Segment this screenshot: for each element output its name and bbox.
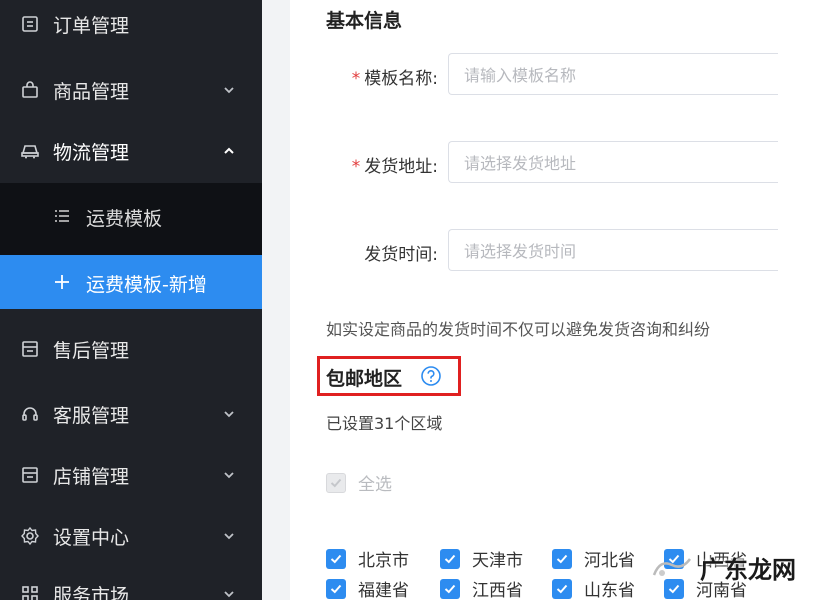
- checkbox-box: [326, 472, 346, 493]
- province-label: 山东省: [584, 581, 635, 600]
- select-all-checkbox[interactable]: 全选: [326, 470, 392, 495]
- sidebar-item-label: 店铺管理: [53, 465, 130, 488]
- content-gutter: [262, 0, 290, 600]
- province-label: 北京市: [358, 551, 409, 571]
- gear-icon: [21, 526, 39, 546]
- sidebar-subitem-shipping-template-new[interactable]: 运费模板-新增: [0, 255, 262, 309]
- checkbox-box: [440, 578, 460, 599]
- sidebar: 订单管理 商品管理 物流管理 运费模板 运费模板-新增 售后管理 客服管理 店铺…: [0, 0, 262, 600]
- store-icon: [22, 467, 38, 483]
- chevron-down-icon[interactable]: [222, 587, 236, 600]
- ship-time-select[interactable]: 请选择发货时间: [448, 229, 778, 271]
- chevron-down-icon[interactable]: [222, 529, 236, 543]
- ship-address-label: * 发货地址:: [351, 157, 438, 177]
- checkbox-box: [552, 578, 572, 599]
- sidebar-item-logistics[interactable]: 物流管理: [0, 139, 262, 164]
- sidebar-subitem-label: 运费模板: [86, 208, 163, 230]
- province-checkbox[interactable]: 北京市: [326, 546, 409, 571]
- checkbox-box: [326, 548, 346, 569]
- watermark: 广东龙网: [650, 550, 796, 585]
- section-title: 基本信息: [326, 10, 403, 32]
- template-name-label: * 模板名称:: [351, 69, 438, 89]
- sidebar-item-settings[interactable]: 设置中心: [0, 524, 262, 549]
- province-label: 河北省: [584, 551, 635, 571]
- sidebar-item-store[interactable]: 店铺管理: [0, 463, 262, 488]
- watermark-text: 广东龙网: [700, 556, 796, 584]
- select-all-label: 全选: [358, 475, 392, 495]
- chevron-down-icon[interactable]: [222, 83, 236, 97]
- after-sale-icon: [22, 341, 38, 357]
- template-name-input[interactable]: 请输入模板名称: [448, 53, 778, 95]
- sidebar-item-customer-service[interactable]: 客服管理: [0, 402, 262, 427]
- required-mark: *: [351, 69, 361, 89]
- check-icon: [444, 584, 456, 593]
- ship-time-label: 发货时间:: [364, 245, 438, 265]
- checkbox-box: [440, 548, 460, 569]
- chevron-down-icon[interactable]: [222, 407, 236, 421]
- chevron-down-icon[interactable]: [222, 468, 236, 482]
- sidebar-item-products[interactable]: 商品管理: [0, 78, 262, 103]
- province-checkbox[interactable]: 河北省: [552, 546, 635, 571]
- chevron-up-icon[interactable]: [222, 144, 236, 158]
- highlight-box: [317, 356, 461, 396]
- grid-icon: [22, 586, 38, 600]
- ship-time-hint: 如实设定商品的发货时间不仅可以避免发货咨询和纠纷: [326, 320, 711, 339]
- checkbox-box: [552, 548, 572, 569]
- headset-icon: [22, 407, 38, 421]
- sidebar-item-label: 售后管理: [53, 339, 130, 362]
- truck-icon: [21, 145, 39, 159]
- province-label: 江西省: [472, 581, 523, 600]
- sidebar-item-label: 设置中心: [53, 526, 130, 549]
- sidebar-subitem-shipping-template[interactable]: 运费模板: [0, 196, 262, 236]
- checkbox-box: [326, 578, 346, 599]
- sidebar-item-label: 商品管理: [53, 80, 130, 103]
- sidebar-item-label: 物流管理: [53, 141, 130, 164]
- plus-icon: [55, 275, 69, 289]
- province-label: 天津市: [472, 551, 523, 571]
- check-icon: [556, 584, 568, 593]
- sidebar-item-label: 订单管理: [53, 14, 130, 37]
- province-label: 福建省: [358, 581, 409, 600]
- check-icon: [556, 554, 568, 563]
- province-checkbox[interactable]: 福建省: [326, 576, 409, 600]
- check-icon: [330, 554, 342, 563]
- order-list-icon: [22, 16, 38, 32]
- check-icon: [330, 584, 342, 593]
- list-icon: [55, 210, 69, 222]
- shopping-bag-icon: [22, 81, 38, 98]
- check-icon: [330, 478, 342, 487]
- province-checkbox[interactable]: 江西省: [440, 576, 523, 600]
- province-checkbox[interactable]: 天津市: [440, 546, 523, 571]
- main-content: 基本信息 * 模板名称: 请输入模板名称 * 发货地址: 请选择发货地址 发货时间:…: [290, 0, 837, 600]
- sidebar-item-label: 服务市场: [53, 584, 130, 600]
- province-checkbox[interactable]: 山东省: [552, 576, 635, 600]
- required-mark: *: [351, 157, 361, 177]
- sidebar-subitem-label: 运费模板-新增: [86, 274, 207, 296]
- ship-address-select[interactable]: 请选择发货地址: [448, 141, 778, 183]
- sidebar-item-orders[interactable]: 订单管理: [0, 12, 262, 37]
- region-count: 已设置31个区域: [326, 414, 443, 433]
- watermark-logo-icon: [652, 557, 692, 576]
- sidebar-item-label: 客服管理: [53, 404, 130, 427]
- sidebar-item-service-market[interactable]: 服务市场: [0, 582, 262, 600]
- sidebar-item-after-sale[interactable]: 售后管理: [0, 337, 262, 362]
- check-icon: [444, 554, 456, 563]
